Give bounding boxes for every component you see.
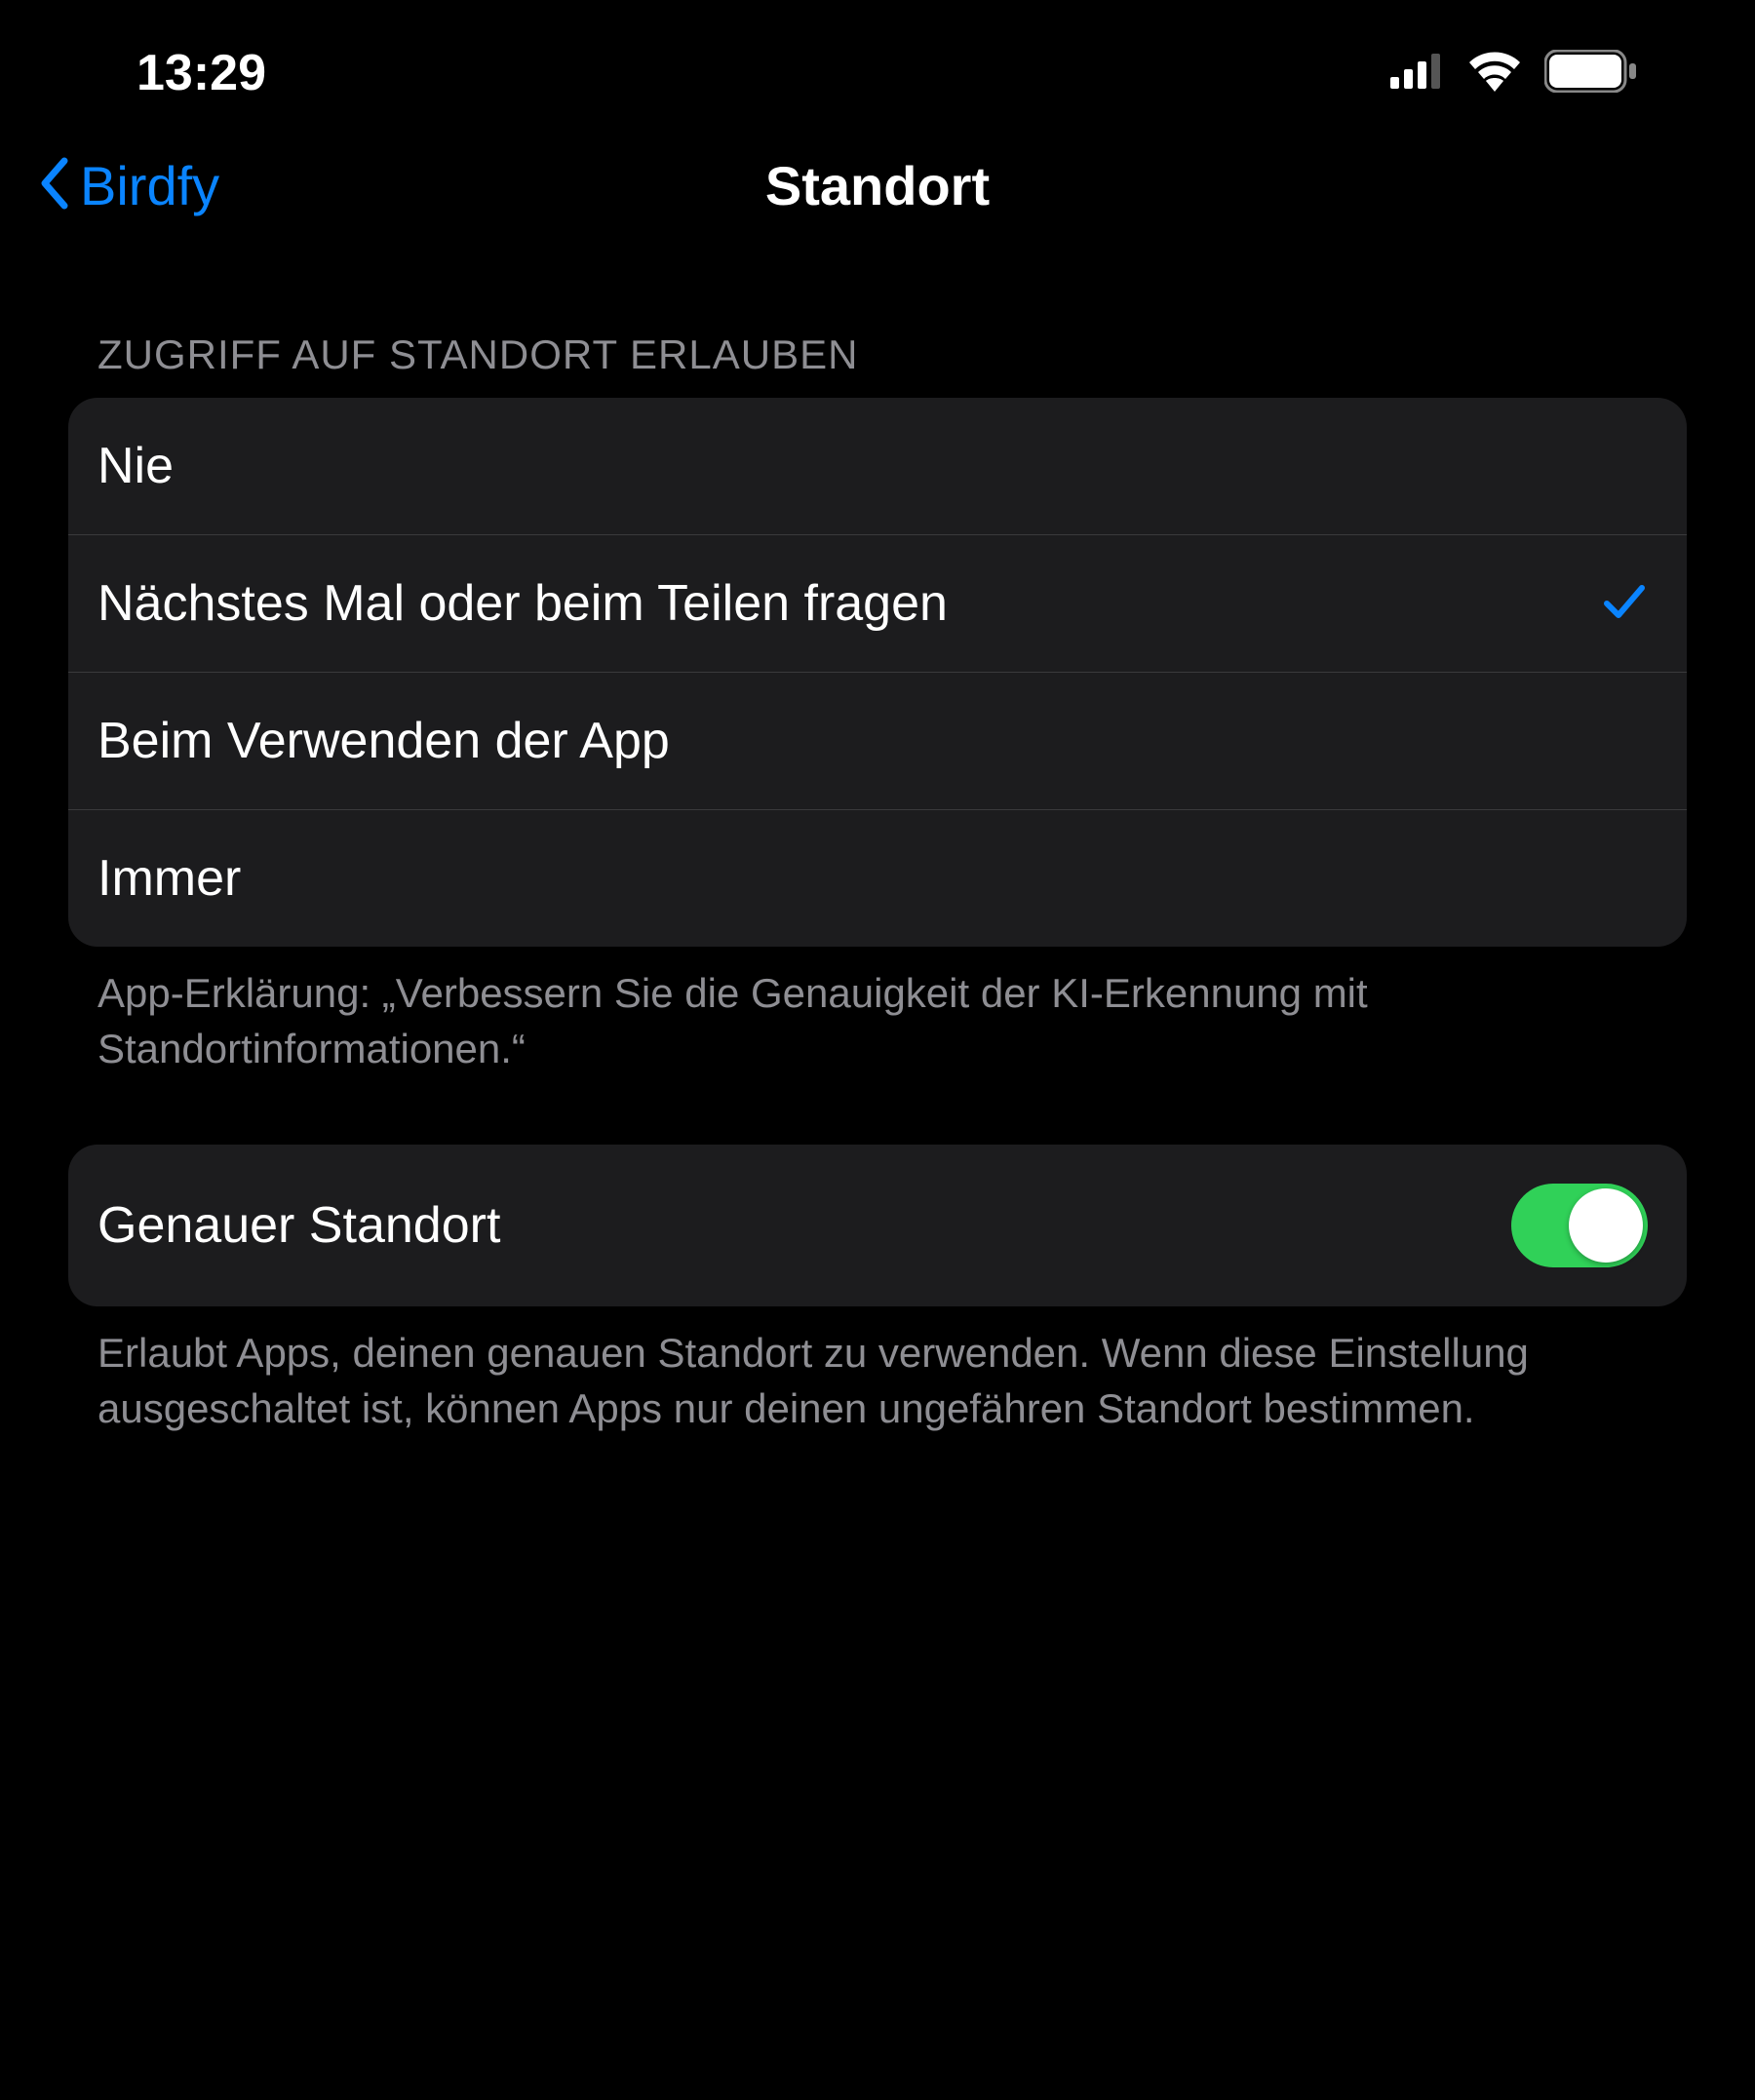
- section-header-access: ZUGRIFF AUF STANDORT ERLAUBEN: [68, 331, 1687, 398]
- section-footer-precise: Erlaubt Apps, deinen genauen Standort zu…: [68, 1306, 1687, 1436]
- toggle-knob: [1569, 1188, 1643, 1263]
- precise-location-group: Genauer Standort: [68, 1145, 1687, 1306]
- section-footer-access: App-Erklärung: „Verbessern Sie die Genau…: [68, 947, 1687, 1076]
- precise-location-toggle[interactable]: [1511, 1184, 1648, 1267]
- battery-icon: [1544, 50, 1638, 97]
- precise-location-label: Genauer Standort: [98, 1196, 500, 1255]
- back-label: Birdfy: [80, 154, 219, 217]
- back-button[interactable]: Birdfy: [39, 154, 219, 217]
- option-label: Beim Verwenden der App: [98, 712, 670, 770]
- nav-bar: Birdfy Standort: [0, 127, 1755, 244]
- chevron-left-icon: [39, 157, 70, 214]
- access-option-while-using[interactable]: Beim Verwenden der App: [68, 672, 1687, 809]
- cellular-signal-icon: [1390, 54, 1445, 94]
- precise-location-row[interactable]: Genauer Standort: [68, 1145, 1687, 1306]
- access-options-list: Nie Nächstes Mal oder beim Teilen fragen…: [68, 398, 1687, 947]
- page-title: Standort: [765, 154, 990, 217]
- option-label: Immer: [98, 849, 241, 908]
- option-label: Nächstes Mal oder beim Teilen fragen: [98, 574, 948, 633]
- status-icons: [1390, 50, 1638, 97]
- wifi-icon: [1466, 51, 1523, 97]
- access-option-always[interactable]: Immer: [68, 809, 1687, 947]
- status-bar: 13:29: [0, 0, 1755, 127]
- access-option-never[interactable]: Nie: [68, 398, 1687, 534]
- checkmark-icon: [1601, 578, 1648, 630]
- content: ZUGRIFF AUF STANDORT ERLAUBEN Nie Nächst…: [0, 244, 1755, 1437]
- status-time: 13:29: [136, 44, 266, 102]
- access-option-ask-next-time[interactable]: Nächstes Mal oder beim Teilen fragen: [68, 534, 1687, 672]
- option-label: Nie: [98, 437, 174, 495]
